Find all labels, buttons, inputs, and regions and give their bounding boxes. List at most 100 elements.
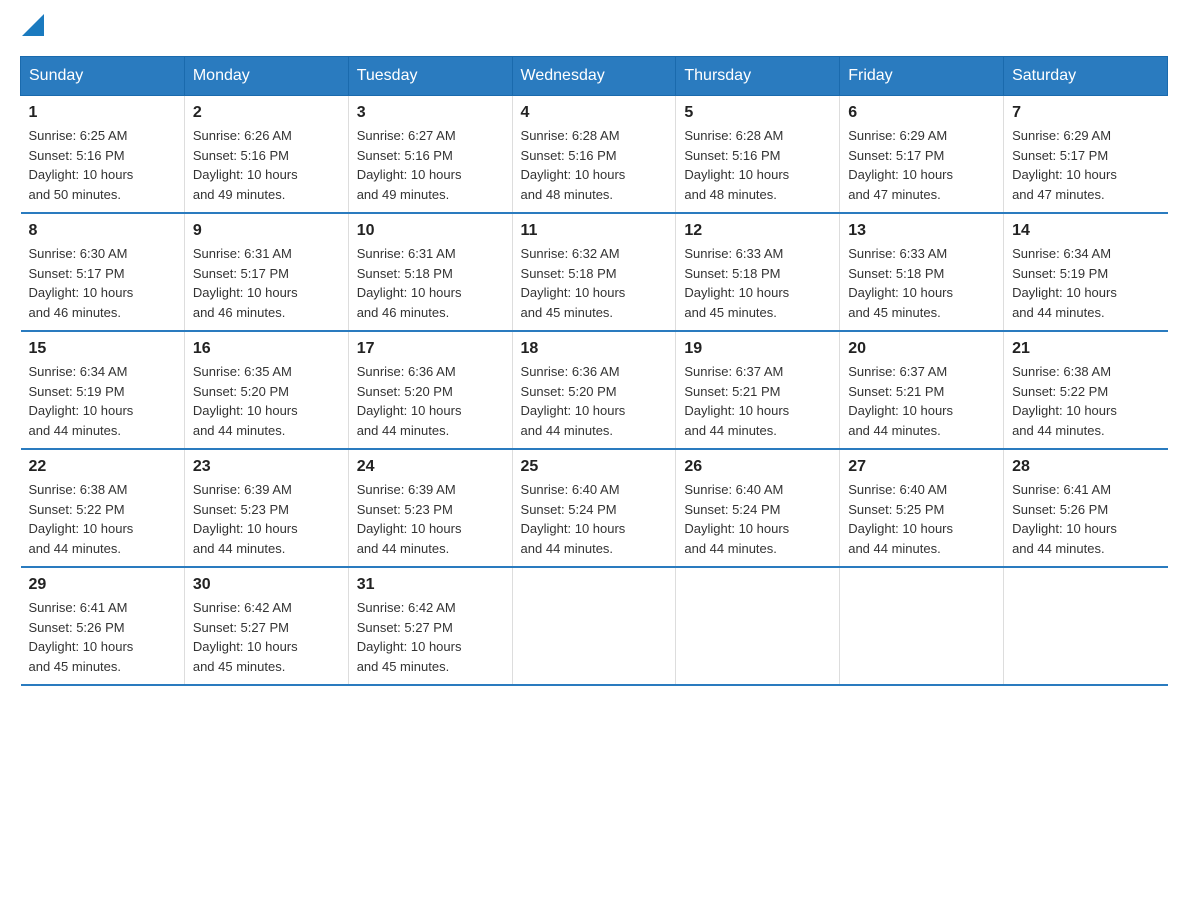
calendar-cell: 6 Sunrise: 6:29 AM Sunset: 5:17 PM Dayli…	[840, 96, 1004, 214]
day-info: Sunrise: 6:33 AM Sunset: 5:18 PM Dayligh…	[684, 244, 831, 322]
calendar-cell: 24 Sunrise: 6:39 AM Sunset: 5:23 PM Dayl…	[348, 449, 512, 567]
day-number: 12	[684, 222, 831, 240]
calendar-cell	[676, 567, 840, 685]
day-number: 22	[29, 458, 176, 476]
calendar-week-row: 8 Sunrise: 6:30 AM Sunset: 5:17 PM Dayli…	[21, 213, 1168, 331]
day-number: 28	[1012, 458, 1159, 476]
calendar-cell: 29 Sunrise: 6:41 AM Sunset: 5:26 PM Dayl…	[21, 567, 185, 685]
day-number: 10	[357, 222, 504, 240]
calendar-cell: 14 Sunrise: 6:34 AM Sunset: 5:19 PM Dayl…	[1004, 213, 1168, 331]
day-number: 14	[1012, 222, 1159, 240]
day-number: 20	[848, 340, 995, 358]
day-number: 3	[357, 104, 504, 122]
calendar-cell: 2 Sunrise: 6:26 AM Sunset: 5:16 PM Dayli…	[184, 96, 348, 214]
calendar-cell: 11 Sunrise: 6:32 AM Sunset: 5:18 PM Dayl…	[512, 213, 676, 331]
day-info: Sunrise: 6:40 AM Sunset: 5:24 PM Dayligh…	[684, 480, 831, 558]
day-info: Sunrise: 6:34 AM Sunset: 5:19 PM Dayligh…	[1012, 244, 1159, 322]
calendar-cell: 25 Sunrise: 6:40 AM Sunset: 5:24 PM Dayl…	[512, 449, 676, 567]
day-number: 29	[29, 576, 176, 594]
day-number: 26	[684, 458, 831, 476]
day-info: Sunrise: 6:31 AM Sunset: 5:18 PM Dayligh…	[357, 244, 504, 322]
calendar-cell: 5 Sunrise: 6:28 AM Sunset: 5:16 PM Dayli…	[676, 96, 840, 214]
day-number: 8	[29, 222, 176, 240]
day-info: Sunrise: 6:29 AM Sunset: 5:17 PM Dayligh…	[848, 126, 995, 204]
day-info: Sunrise: 6:34 AM Sunset: 5:19 PM Dayligh…	[29, 362, 176, 440]
day-number: 16	[193, 340, 340, 358]
header-friday: Friday	[840, 57, 1004, 96]
day-info: Sunrise: 6:29 AM Sunset: 5:17 PM Dayligh…	[1012, 126, 1159, 204]
page-header	[20, 20, 1168, 36]
calendar-week-row: 29 Sunrise: 6:41 AM Sunset: 5:26 PM Dayl…	[21, 567, 1168, 685]
calendar-week-row: 1 Sunrise: 6:25 AM Sunset: 5:16 PM Dayli…	[21, 96, 1168, 214]
day-number: 23	[193, 458, 340, 476]
calendar-cell	[840, 567, 1004, 685]
day-info: Sunrise: 6:25 AM Sunset: 5:16 PM Dayligh…	[29, 126, 176, 204]
calendar-cell: 21 Sunrise: 6:38 AM Sunset: 5:22 PM Dayl…	[1004, 331, 1168, 449]
calendar-cell: 31 Sunrise: 6:42 AM Sunset: 5:27 PM Dayl…	[348, 567, 512, 685]
day-number: 4	[521, 104, 668, 122]
day-info: Sunrise: 6:40 AM Sunset: 5:25 PM Dayligh…	[848, 480, 995, 558]
calendar-cell: 16 Sunrise: 6:35 AM Sunset: 5:20 PM Dayl…	[184, 331, 348, 449]
header-thursday: Thursday	[676, 57, 840, 96]
calendar-cell: 7 Sunrise: 6:29 AM Sunset: 5:17 PM Dayli…	[1004, 96, 1168, 214]
header-wednesday: Wednesday	[512, 57, 676, 96]
calendar-cell: 28 Sunrise: 6:41 AM Sunset: 5:26 PM Dayl…	[1004, 449, 1168, 567]
day-info: Sunrise: 6:38 AM Sunset: 5:22 PM Dayligh…	[1012, 362, 1159, 440]
day-info: Sunrise: 6:28 AM Sunset: 5:16 PM Dayligh…	[684, 126, 831, 204]
calendar-cell: 19 Sunrise: 6:37 AM Sunset: 5:21 PM Dayl…	[676, 331, 840, 449]
day-info: Sunrise: 6:39 AM Sunset: 5:23 PM Dayligh…	[357, 480, 504, 558]
calendar-cell: 12 Sunrise: 6:33 AM Sunset: 5:18 PM Dayl…	[676, 213, 840, 331]
day-info: Sunrise: 6:35 AM Sunset: 5:20 PM Dayligh…	[193, 362, 340, 440]
day-info: Sunrise: 6:37 AM Sunset: 5:21 PM Dayligh…	[684, 362, 831, 440]
day-number: 7	[1012, 104, 1159, 122]
calendar-cell: 15 Sunrise: 6:34 AM Sunset: 5:19 PM Dayl…	[21, 331, 185, 449]
day-info: Sunrise: 6:41 AM Sunset: 5:26 PM Dayligh…	[1012, 480, 1159, 558]
calendar-cell: 20 Sunrise: 6:37 AM Sunset: 5:21 PM Dayl…	[840, 331, 1004, 449]
day-number: 30	[193, 576, 340, 594]
day-info: Sunrise: 6:36 AM Sunset: 5:20 PM Dayligh…	[521, 362, 668, 440]
calendar-cell: 22 Sunrise: 6:38 AM Sunset: 5:22 PM Dayl…	[21, 449, 185, 567]
day-info: Sunrise: 6:36 AM Sunset: 5:20 PM Dayligh…	[357, 362, 504, 440]
logo	[20, 20, 44, 36]
calendar-cell: 8 Sunrise: 6:30 AM Sunset: 5:17 PM Dayli…	[21, 213, 185, 331]
calendar-cell: 17 Sunrise: 6:36 AM Sunset: 5:20 PM Dayl…	[348, 331, 512, 449]
day-number: 1	[29, 104, 176, 122]
day-number: 17	[357, 340, 504, 358]
day-info: Sunrise: 6:33 AM Sunset: 5:18 PM Dayligh…	[848, 244, 995, 322]
day-info: Sunrise: 6:39 AM Sunset: 5:23 PM Dayligh…	[193, 480, 340, 558]
header-saturday: Saturday	[1004, 57, 1168, 96]
calendar-cell: 23 Sunrise: 6:39 AM Sunset: 5:23 PM Dayl…	[184, 449, 348, 567]
calendar-cell: 13 Sunrise: 6:33 AM Sunset: 5:18 PM Dayl…	[840, 213, 1004, 331]
calendar-cell: 3 Sunrise: 6:27 AM Sunset: 5:16 PM Dayli…	[348, 96, 512, 214]
calendar-cell: 9 Sunrise: 6:31 AM Sunset: 5:17 PM Dayli…	[184, 213, 348, 331]
day-number: 27	[848, 458, 995, 476]
calendar-cell: 1 Sunrise: 6:25 AM Sunset: 5:16 PM Dayli…	[21, 96, 185, 214]
day-info: Sunrise: 6:42 AM Sunset: 5:27 PM Dayligh…	[193, 598, 340, 676]
day-info: Sunrise: 6:26 AM Sunset: 5:16 PM Dayligh…	[193, 126, 340, 204]
calendar-table: SundayMondayTuesdayWednesdayThursdayFrid…	[20, 56, 1168, 686]
calendar-cell: 27 Sunrise: 6:40 AM Sunset: 5:25 PM Dayl…	[840, 449, 1004, 567]
day-info: Sunrise: 6:30 AM Sunset: 5:17 PM Dayligh…	[29, 244, 176, 322]
header-sunday: Sunday	[21, 57, 185, 96]
calendar-week-row: 22 Sunrise: 6:38 AM Sunset: 5:22 PM Dayl…	[21, 449, 1168, 567]
day-number: 18	[521, 340, 668, 358]
day-number: 31	[357, 576, 504, 594]
header-tuesday: Tuesday	[348, 57, 512, 96]
calendar-week-row: 15 Sunrise: 6:34 AM Sunset: 5:19 PM Dayl…	[21, 331, 1168, 449]
calendar-header-row: SundayMondayTuesdayWednesdayThursdayFrid…	[21, 57, 1168, 96]
calendar-cell: 18 Sunrise: 6:36 AM Sunset: 5:20 PM Dayl…	[512, 331, 676, 449]
day-number: 9	[193, 222, 340, 240]
header-monday: Monday	[184, 57, 348, 96]
calendar-cell	[1004, 567, 1168, 685]
day-number: 13	[848, 222, 995, 240]
day-info: Sunrise: 6:27 AM Sunset: 5:16 PM Dayligh…	[357, 126, 504, 204]
calendar-cell: 10 Sunrise: 6:31 AM Sunset: 5:18 PM Dayl…	[348, 213, 512, 331]
day-number: 25	[521, 458, 668, 476]
calendar-cell: 4 Sunrise: 6:28 AM Sunset: 5:16 PM Dayli…	[512, 96, 676, 214]
day-number: 19	[684, 340, 831, 358]
day-info: Sunrise: 6:32 AM Sunset: 5:18 PM Dayligh…	[521, 244, 668, 322]
logo-triangle-icon	[22, 14, 44, 36]
day-number: 11	[521, 222, 668, 240]
day-info: Sunrise: 6:40 AM Sunset: 5:24 PM Dayligh…	[521, 480, 668, 558]
day-info: Sunrise: 6:28 AM Sunset: 5:16 PM Dayligh…	[521, 126, 668, 204]
